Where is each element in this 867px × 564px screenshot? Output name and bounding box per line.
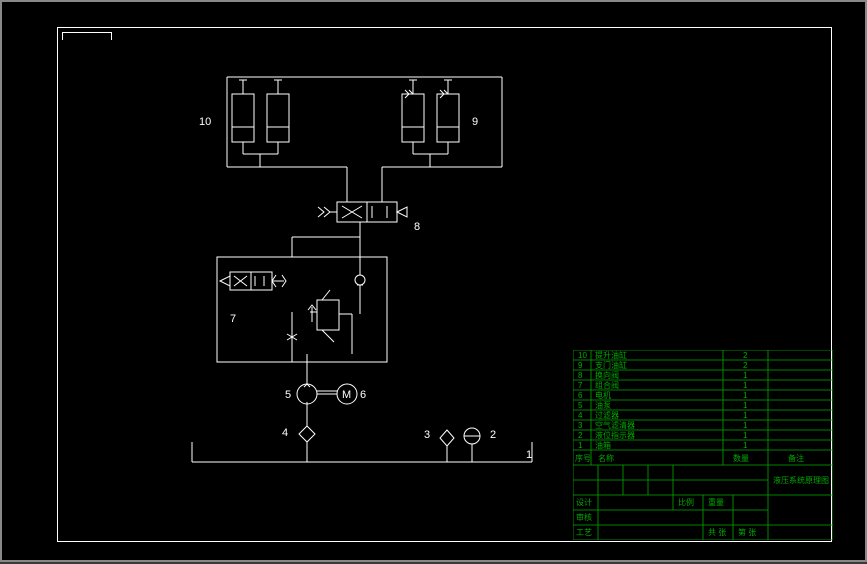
air-filter (440, 430, 454, 446)
svg-text:6: 6 (578, 391, 583, 400)
svg-text:设计: 设计 (576, 497, 592, 507)
pump (297, 384, 317, 404)
svg-text:共 张: 共 张 (708, 528, 726, 537)
svg-text:1: 1 (743, 441, 748, 450)
bom-header-qty: 数量 (733, 453, 749, 463)
svg-text:换向阀: 换向阀 (595, 370, 619, 380)
spring-symbol (272, 275, 286, 287)
bom-header-name: 名称 (598, 453, 614, 463)
label-3: 3 (424, 429, 430, 441)
svg-text:提升油缸: 提升油缸 (595, 350, 627, 360)
label-7: 7 (230, 313, 236, 325)
svg-text:4: 4 (578, 411, 583, 420)
svg-text:第 张: 第 张 (738, 527, 756, 537)
cad-viewport[interactable]: M (0, 0, 867, 562)
label-6: 6 (360, 389, 366, 401)
lift-cylinder-right (267, 80, 289, 142)
door-cylinder-left (402, 80, 424, 142)
filter (299, 426, 315, 442)
svg-text:电机: 电机 (595, 390, 611, 400)
label-1: 1 (526, 449, 532, 461)
label-5: 5 (285, 389, 291, 401)
solenoid-right (397, 207, 407, 217)
svg-text:2: 2 (578, 431, 583, 440)
motor-symbol-text: M (342, 389, 351, 401)
svg-text:1: 1 (743, 401, 748, 410)
svg-text:9: 9 (578, 361, 583, 370)
spring-left (318, 207, 337, 217)
svg-text:7: 7 (578, 381, 583, 390)
svg-text:液位指示器: 液位指示器 (595, 430, 635, 440)
label-10: 10 (199, 116, 211, 128)
lift-cylinder-left (232, 80, 254, 142)
svg-text:3: 3 (578, 421, 583, 430)
svg-text:支门油缸: 支门油缸 (595, 360, 627, 370)
svg-text:1: 1 (743, 381, 748, 390)
svg-text:1: 1 (743, 391, 748, 400)
svg-text:10: 10 (578, 351, 587, 360)
svg-text:2: 2 (743, 351, 748, 360)
svg-text:8: 8 (578, 371, 583, 380)
drawing-title: 液压系统原理图 (773, 475, 829, 485)
svg-text:重量: 重量 (708, 497, 724, 507)
svg-text:1: 1 (743, 411, 748, 420)
svg-text:过滤器: 过滤器 (595, 410, 619, 420)
svg-text:1: 1 (743, 431, 748, 440)
svg-text:空气滤清器: 空气滤清器 (595, 420, 635, 430)
svg-text:工艺: 工艺 (576, 528, 592, 537)
solenoid-arrow (220, 276, 230, 286)
svg-text:1: 1 (743, 421, 748, 430)
door-cylinder-right (437, 80, 459, 142)
bom-header-seq: 序号 (575, 453, 591, 463)
combined-valve-block (217, 257, 387, 362)
title-block: 10 提升油缸 2 9 支门油缸 2 8 换向阀 1 7 组合阀 1 6 电机 1 5 油泵 1 4 过滤… (573, 350, 833, 540)
titleblock-grid: 设计 审核 工艺 比例 重量 共 张 第 张 液压系统原理图 (573, 465, 833, 540)
svg-text:比例: 比例 (678, 497, 694, 507)
bom-table: 10 提升油缸 2 9 支门油缸 2 8 换向阀 1 7 组合阀 1 6 电机 1 5 油泵 1 4 过滤… (573, 350, 833, 465)
bom-header-remark: 备注 (788, 453, 804, 463)
svg-text:1: 1 (743, 371, 748, 380)
label-9: 9 (472, 116, 478, 128)
svg-text:组合阀: 组合阀 (595, 380, 619, 390)
label-8: 8 (414, 221, 420, 233)
check-valve (355, 275, 365, 285)
label-4: 4 (282, 427, 288, 439)
svg-text:审核: 审核 (576, 512, 592, 522)
label-2: 2 (490, 429, 496, 441)
svg-text:油箱: 油箱 (595, 440, 611, 450)
svg-text:1: 1 (578, 441, 583, 450)
relief-valve (317, 300, 339, 330)
svg-text:5: 5 (578, 401, 583, 410)
svg-text:油泵: 油泵 (595, 400, 611, 410)
svg-text:2: 2 (743, 361, 748, 370)
